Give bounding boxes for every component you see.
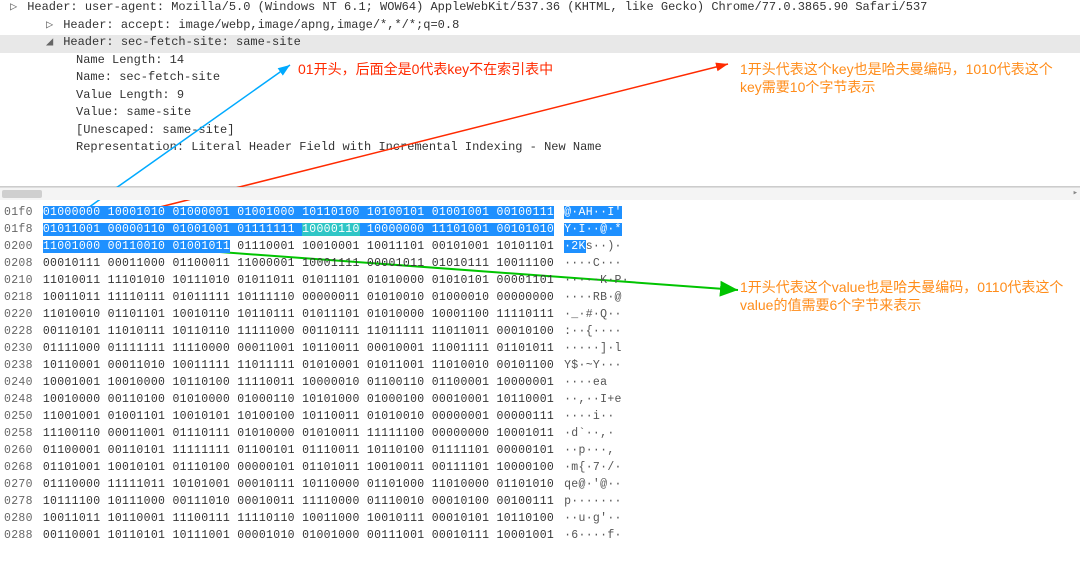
tree-text: Name Length: 14 xyxy=(76,53,184,67)
tree-text: Representation: Literal Header Field wit… xyxy=(76,140,602,154)
collapse-icon: ◢ xyxy=(46,35,56,51)
bits-column: 01000000 10001010 01000001 01001000 1011… xyxy=(43,204,554,544)
tree-text: Name: sec-fetch-site xyxy=(76,70,220,84)
tree-row-accept[interactable]: ▷ Header: accept: image/webp,image/apng,… xyxy=(0,18,1080,36)
tree-row-name-length[interactable]: Name Length: 14 xyxy=(0,53,1080,71)
tree-row-sec-fetch-site[interactable]: ◢ Header: sec-fetch-site: same-site xyxy=(0,35,1080,53)
tree-text: [Unescaped: same-site] xyxy=(76,123,234,137)
tree-row-representation[interactable]: Representation: Literal Header Field wit… xyxy=(0,140,1080,158)
tree-row-user-agent[interactable]: ▷ Header: user-agent: Mozilla/5.0 (Windo… xyxy=(0,0,1080,18)
tree-text: Header: user-agent: Mozilla/5.0 (Windows… xyxy=(27,0,927,14)
tree-text: Value Length: 9 xyxy=(76,88,184,102)
hex-pane: 01f001f802000208021002180220022802300238… xyxy=(0,200,1080,544)
ascii-column: @·AH··I'Y·I··@·*·2Ks··)·····C········K·P… xyxy=(554,204,629,544)
expand-icon: ▷ xyxy=(10,0,20,16)
offset-column: 01f001f802000208021002180220022802300238… xyxy=(4,204,43,544)
tree-row-name[interactable]: Name: sec-fetch-site xyxy=(0,70,1080,88)
tree-text: Header: accept: image/webp,image/apng,im… xyxy=(63,18,459,32)
tree-row-unescaped[interactable]: [Unescaped: same-site] xyxy=(0,123,1080,141)
tree-text: Value: same-site xyxy=(76,105,191,119)
tree-text: Header: sec-fetch-site: same-site xyxy=(63,35,301,49)
horizontal-scrollbar[interactable]: ▸ xyxy=(0,187,1080,200)
tree-row-value[interactable]: Value: same-site xyxy=(0,105,1080,123)
scrollbar-thumb[interactable] xyxy=(2,190,42,198)
tree-row-value-length[interactable]: Value Length: 9 xyxy=(0,88,1080,106)
scroll-right-icon: ▸ xyxy=(1073,188,1078,198)
expand-icon: ▷ xyxy=(46,18,56,34)
